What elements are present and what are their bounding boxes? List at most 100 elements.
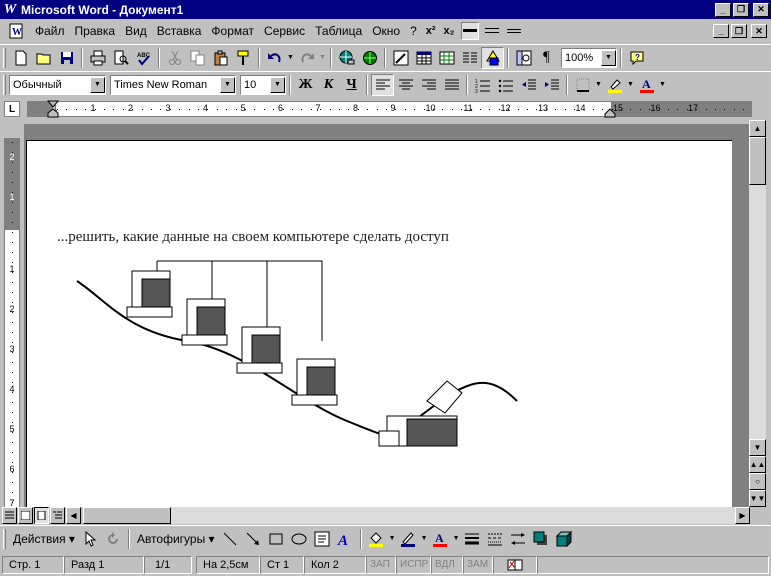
style-dropdown-arrow[interactable]: ▼ <box>90 76 105 93</box>
redo-dropdown[interactable]: ▼ <box>318 47 327 69</box>
style-combo[interactable]: Обычный ▼ <box>9 74 106 95</box>
toolbar-grip[interactable] <box>3 47 6 68</box>
word-app-icon[interactable]: W <box>2 2 18 18</box>
print-layout-view-button[interactable] <box>34 507 49 524</box>
format-painter-button[interactable] <box>232 47 255 69</box>
justify-button[interactable] <box>440 74 463 96</box>
toolbar-grip[interactable] <box>3 74 6 95</box>
font-size-combo[interactable]: 10 ▼ <box>240 74 286 95</box>
free-rotate-button[interactable] <box>102 528 125 550</box>
bold-button[interactable]: Ж <box>294 74 317 96</box>
minimize-button[interactable]: _ <box>715 2 731 17</box>
align-left-button[interactable] <box>371 73 394 96</box>
paste-button[interactable] <box>209 47 232 69</box>
select-objects-button[interactable] <box>79 528 102 550</box>
menu-view[interactable]: Вид <box>120 22 152 40</box>
line-style-double-thin-button[interactable] <box>505 22 523 40</box>
arrow-tool-button[interactable] <box>242 528 265 550</box>
web-layout-view-button[interactable] <box>18 507 33 524</box>
rectangle-tool-button[interactable] <box>265 528 288 550</box>
redo-button[interactable] <box>295 47 318 69</box>
menu-file[interactable]: Файл <box>30 22 70 40</box>
line-color-button[interactable] <box>397 528 420 550</box>
menu-tools[interactable]: Сервис <box>259 22 310 40</box>
toolbar-grip[interactable] <box>3 528 6 549</box>
highlight-button[interactable] <box>603 74 626 96</box>
tab-selector[interactable]: L <box>4 101 20 117</box>
draw-font-color-dropdown[interactable]: ▼ <box>452 528 461 550</box>
line-style-thick-button[interactable] <box>460 22 479 40</box>
normal-view-button[interactable] <box>2 507 17 524</box>
align-right-button[interactable] <box>417 74 440 96</box>
new-button[interactable] <box>9 47 32 69</box>
font-combo[interactable]: Times New Roman ▼ <box>110 74 236 95</box>
status-ext[interactable]: ВДЛ <box>431 555 463 574</box>
open-button[interactable] <box>32 47 55 69</box>
drawing-button[interactable] <box>481 46 504 69</box>
right-indent-marker[interactable] <box>604 108 616 118</box>
menu-table[interactable]: Таблица <box>310 22 367 40</box>
font-size-dropdown-arrow[interactable]: ▼ <box>270 76 285 93</box>
undo-dropdown[interactable]: ▼ <box>286 47 295 69</box>
restore-button[interactable]: ❐ <box>733 2 749 17</box>
font-color-dropdown[interactable]: ▼ <box>658 74 667 96</box>
subscript-button[interactable]: x₂ <box>440 23 459 39</box>
insert-excel-button[interactable] <box>435 47 458 69</box>
show-hide-button[interactable]: ¶ <box>535 47 558 69</box>
fill-color-button[interactable] <box>365 528 388 550</box>
decrease-indent-button[interactable] <box>517 74 540 96</box>
previous-page-button[interactable]: ▲▲ <box>749 456 766 473</box>
fill-color-dropdown[interactable]: ▼ <box>388 528 397 550</box>
vertical-ruler[interactable]: 211234567 <box>4 138 20 508</box>
draw-font-color-button[interactable]: A <box>429 528 452 550</box>
highlight-dropdown[interactable]: ▼ <box>626 74 635 96</box>
menu-insert[interactable]: Вставка <box>152 22 207 40</box>
menu-help[interactable]: ? <box>405 22 422 40</box>
zoom-combo[interactable]: 100% ▼ <box>561 47 617 68</box>
wordart-button[interactable]: A <box>334 528 357 550</box>
horizontal-scroll-thumb[interactable] <box>83 507 171 524</box>
superscript-button[interactable]: x² <box>422 23 440 39</box>
line-tool-button[interactable] <box>219 528 242 550</box>
italic-button[interactable]: К <box>317 74 340 96</box>
doc-close-button[interactable]: ✕ <box>751 24 767 38</box>
insert-hyperlink-button[interactable] <box>335 47 358 69</box>
spelling-status[interactable] <box>493 555 537 574</box>
bullets-button[interactable] <box>494 74 517 96</box>
menu-edit[interactable]: Правка <box>70 22 121 40</box>
status-rec[interactable]: ЗАП <box>366 555 396 574</box>
menu-format[interactable]: Формат <box>206 22 259 40</box>
office-assistant-button[interactable]: ? <box>625 47 648 69</box>
3d-button[interactable] <box>553 528 576 550</box>
shadow-button[interactable] <box>530 528 553 550</box>
numbering-button[interactable]: 123 <box>471 74 494 96</box>
line-color-dropdown[interactable]: ▼ <box>420 528 429 550</box>
document-map-button[interactable] <box>512 47 535 69</box>
dash-style-button[interactable] <box>484 528 507 550</box>
doc-minimize-button[interactable]: _ <box>713 24 729 38</box>
borders-dropdown[interactable]: ▼ <box>594 74 603 96</box>
text-box-tool-button[interactable] <box>311 528 334 550</box>
spelling-button[interactable]: ABC <box>132 47 155 69</box>
borders-button[interactable] <box>571 74 594 96</box>
scroll-right-button[interactable]: ▶ <box>735 507 750 524</box>
insert-table-button[interactable] <box>412 47 435 69</box>
increase-indent-button[interactable] <box>540 74 563 96</box>
font-dropdown-arrow[interactable]: ▼ <box>220 76 235 93</box>
print-preview-button[interactable] <box>109 47 132 69</box>
document-page[interactable]: ...решить, какие данные на своем компьют… <box>26 140 732 507</box>
save-button[interactable] <box>55 47 78 69</box>
zoom-dropdown-arrow[interactable]: ▼ <box>601 49 616 66</box>
actions-menu[interactable]: Действия ▾ <box>9 532 79 546</box>
tables-borders-button[interactable] <box>389 47 412 69</box>
status-ovr[interactable]: ЗАМ <box>463 555 493 574</box>
document-area[interactable]: ...решить, какие данные на своем компьют… <box>24 124 749 507</box>
web-toolbar-button[interactable] <box>358 47 381 69</box>
underline-button[interactable]: Ч <box>340 74 363 96</box>
horizontal-ruler[interactable]: 1 1 2 3 4 5 6 7 8 9 10 11 12 13 14 15 16 17 <box>27 100 752 118</box>
horizontal-scroll-track[interactable] <box>83 507 735 524</box>
align-center-button[interactable] <box>394 74 417 96</box>
select-browse-object-button[interactable]: ○ <box>749 473 766 490</box>
vertical-scrollbar[interactable]: ▲ ▼ ▲▲ ○ ▼▼ <box>749 120 766 507</box>
font-color-button[interactable]: A <box>635 74 658 96</box>
